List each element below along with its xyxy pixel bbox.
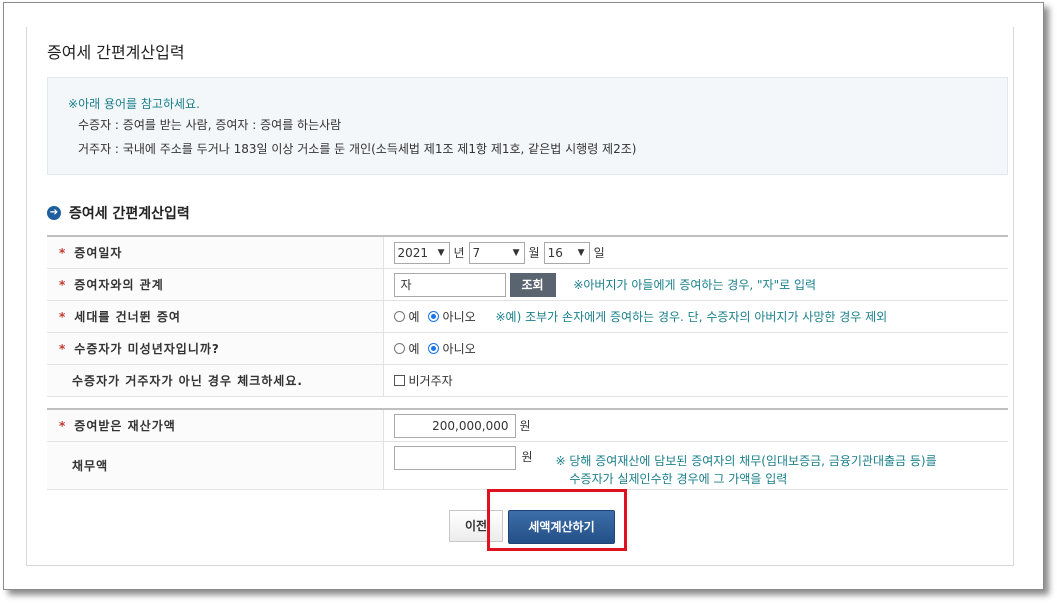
table-row: * 세대를 건너뛴 증여 예 아니오 ※예) 조부가 손자에게 증여하는 경우. 단… [47, 300, 1008, 333]
day-select[interactable]: 16 ▼ [543, 241, 590, 264]
page-title: 증여세 간편계산입력 [47, 43, 185, 62]
month-select[interactable]: 7 ▼ [468, 241, 525, 264]
month-unit: 월 [528, 246, 540, 260]
section-title: 증여세 간편계산입력 [69, 206, 190, 222]
required-mark: * [59, 419, 67, 433]
relation-hint: ※아버지가 아들에게 증여하는 경우, "자"로 입력 [573, 278, 817, 292]
debt-hint-line1: ※ 당해 증여재산에 담보된 증여자의 채무(임대보증금, 금융기관대출금 등)… [555, 454, 937, 468]
minor-label-text: 수증자가 미성년자입니까? [74, 342, 220, 356]
minor-value: 예 아니오 [383, 332, 1008, 365]
required-mark: * [59, 310, 67, 324]
info-note: ※아래 용어를 참고하세요. [68, 97, 200, 111]
minor-no-radio[interactable] [427, 343, 439, 354]
generation-skip-hint: ※예) 조부가 손자에게 증여하는 경우. 단, 수증자의 아버지가 사망한 경… [495, 310, 888, 324]
nonresident-label: 수증자가 거주자가 아닌 경우 체크하세요. [47, 364, 384, 397]
table-row: 수증자가 거주자가 아닌 경우 체크하세요. 비거주자 [47, 364, 1008, 397]
relation-label: * 증여자와의 관계 [47, 268, 384, 301]
month-select-value: 7 [472, 245, 481, 260]
table-row: 채무액 원 ※ 당해 증여재산에 담보된 증여자의 채무(임대보증금, 금융기관… [47, 441, 1008, 490]
generation-skip-value: 예 아니오 ※예) 조부가 손자에게 증여하는 경우. 단, 수증자의 아버지가 … [383, 300, 1008, 333]
generation-skip-label: * 세대를 건너뛴 증여 [47, 300, 384, 333]
debt-unit: 원 [521, 450, 533, 464]
generation-skip-no-radio[interactable] [427, 311, 439, 322]
minor-no-label: 아니오 [442, 342, 476, 356]
property-value-cell: 200,000,000 원 [383, 409, 1008, 442]
debt-cell: 원 ※ 당해 증여재산에 담보된 증여자의 채무(임대보증금, 금융기관대출금 … [383, 441, 1008, 490]
property-value-label: * 증여받은 재산가액 [47, 409, 384, 442]
generation-skip-yes-radio[interactable] [393, 311, 405, 322]
nonresident-label-text: 수증자가 거주자가 아닌 경우 체크하세요. [72, 374, 303, 388]
gift-date-label: * 증여일자 [47, 236, 384, 269]
debt-hint-line2: 수증자가 실제인수한 경우에 그 가액을 입력 [569, 472, 788, 486]
info-note-text: 아래 용어를 참고하세요. [78, 97, 200, 111]
debt-input[interactable] [393, 446, 516, 470]
generation-skip-no-label: 아니오 [442, 310, 476, 324]
relation-label-text: 증여자와의 관계 [74, 278, 164, 292]
relation-value: 자 조회 ※아버지가 아들에게 증여하는 경우, "자"로 입력 [383, 268, 1008, 301]
minor-label: * 수증자가 미성년자입니까? [47, 332, 384, 365]
minor-yes-label: 예 [408, 342, 420, 356]
nonresident-checkbox[interactable] [393, 375, 405, 386]
chevron-down-icon: ▼ [512, 247, 520, 258]
required-mark: * [59, 342, 67, 356]
required-mark: * [59, 278, 67, 292]
arrow-circle-icon: ➔ [47, 206, 61, 220]
day-select-value: 16 [547, 245, 563, 260]
property-value-input[interactable]: 200,000,000 [393, 413, 516, 438]
table-row: * 증여받은 재산가액 200,000,000 원 [47, 409, 1008, 442]
generation-skip-label-text: 세대를 건너뛴 증여 [74, 310, 181, 324]
table-row: * 증여자와의 관계 자 조회 ※아버지가 아들에게 증여하는 경우, "자"로 입… [47, 268, 1008, 301]
search-button[interactable]: 조회 [509, 272, 556, 297]
table-row: * 수증자가 미성년자입니까? 예 아니오 [47, 332, 1008, 365]
chevron-down-icon: ▼ [437, 247, 445, 258]
chevron-down-icon: ▼ [577, 247, 585, 258]
nonresident-value: 비거주자 [383, 364, 1008, 397]
day-unit: 일 [593, 246, 605, 260]
gift-date-value: 2021 ▼ 년 7 ▼ 월 16 ▼ 일 [383, 236, 1008, 269]
minor-yes-radio[interactable] [393, 343, 405, 354]
debt-label-text: 채무액 [72, 459, 109, 473]
property-value-label-text: 증여받은 재산가액 [74, 419, 176, 433]
generation-skip-yes-label: 예 [408, 310, 420, 324]
year-unit: 년 [453, 246, 465, 260]
year-select[interactable]: 2021 ▼ [393, 241, 450, 264]
table-row: * 증여일자 2021 ▼ 년 7 ▼ 월 16 ▼ 일 [47, 236, 1008, 269]
page-container: 증여세 간편계산입력 ※아래 용어를 참고하세요. 수증자 : 증여를 받는 사… [26, 27, 1014, 566]
gift-date-label-text: 증여일자 [74, 246, 123, 260]
info-line-recipient: 수증자 : 증여를 받는 사람, 증여자 : 증여를 하는사람 [78, 118, 342, 132]
required-mark: * [59, 246, 67, 260]
gift-info-table: * 증여일자 2021 ▼ 년 7 ▼ 월 16 ▼ 일 * 증여자와의 관계 자 조회 ※아버지가 … [47, 235, 1008, 397]
property-value-unit: 원 [519, 419, 531, 433]
debt-label: 채무액 [47, 441, 384, 490]
highlight-annotation-box [487, 489, 627, 551]
info-line-resident: 거주자 : 국내에 주소를 두거나 183일 이상 거소를 둔 개인(소득세법 … [78, 142, 637, 156]
info-box: ※아래 용어를 참고하세요. 수증자 : 증여를 받는 사람, 증여자 : 증여… [47, 77, 1008, 175]
year-select-value: 2021 [397, 245, 429, 260]
section-heading: ➔ 증여세 간편계산입력 [47, 203, 190, 223]
relation-input[interactable]: 자 [393, 272, 506, 297]
amount-table: * 증여받은 재산가액 200,000,000 원 채무액 원 ※ 당해 증여재산에… [47, 408, 1008, 490]
nonresident-checkbox-label: 비거주자 [408, 374, 453, 388]
